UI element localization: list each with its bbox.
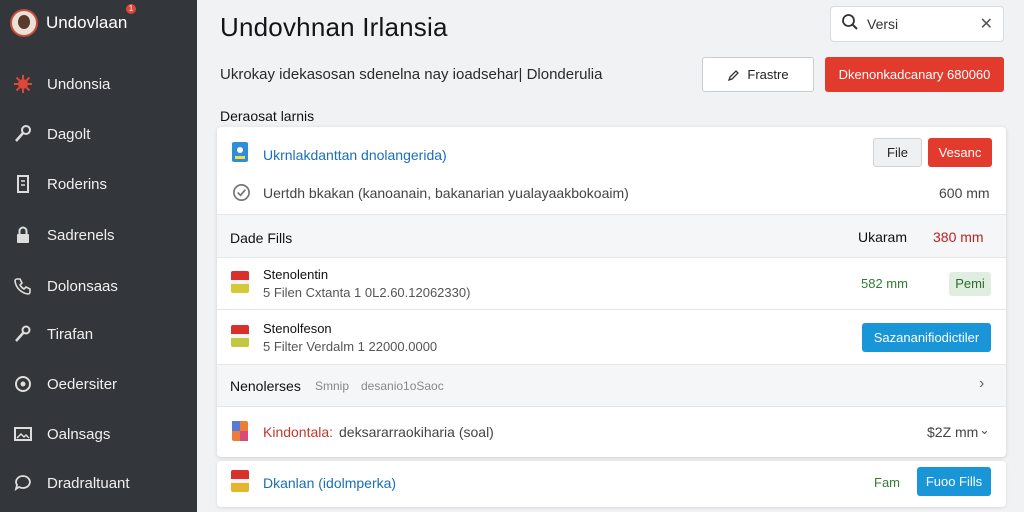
- row-meta: 5 Filen Cxtanta 1 0L2.60.12062330): [263, 285, 471, 300]
- sidebar-item-oalnsags[interactable]: Oalnsags: [0, 414, 197, 454]
- file-link[interactable]: Ukrnlakdanttan dnolangerida): [263, 147, 447, 163]
- file-size: 600 mm: [939, 185, 990, 201]
- file-panel: Ukrnlakdanttan dnolangerida) File Vesanc…: [217, 127, 1006, 457]
- file-button[interactable]: File: [873, 138, 922, 167]
- colored-file-icon: [231, 470, 249, 496]
- search-input[interactable]: [867, 16, 967, 32]
- table-header-row: Dade Fills Ukaram 380 mm: [217, 215, 1006, 258]
- sidebar-item-oedersiter[interactable]: Oedersiter: [0, 364, 197, 404]
- table-header-label: Dade Fills: [230, 230, 293, 246]
- chevron-right-icon[interactable]: ›: [979, 375, 984, 393]
- group-row[interactable]: Nenolerses Smnip desanio1oSaoc ›: [217, 365, 1006, 407]
- colored-file-icon: [231, 271, 249, 297]
- sidebar: Undovlaan 1 Undonsia Dagolt Roderins Sad…: [0, 0, 197, 512]
- table-row[interactable]: Stenolentin 5 Filen Cxtanta 1 0L2.60.120…: [217, 258, 1006, 310]
- colored-file-icon: [232, 421, 248, 441]
- sidebar-item-label: Dolonsaas: [47, 277, 118, 295]
- sidebar-item-dolonsaas[interactable]: Dolonsaas: [0, 266, 197, 306]
- status-badge: Pemi: [949, 272, 991, 296]
- wrench-icon: [12, 323, 34, 345]
- chevron-down-icon[interactable]: ⌄: [979, 422, 990, 438]
- sidebar-item-label: Sadrenels: [47, 226, 115, 244]
- sidebar-item-tirafan[interactable]: Tirafan: [0, 314, 197, 354]
- sidebar-item-label: Tirafan: [47, 325, 94, 343]
- check-circle-icon: [233, 184, 250, 201]
- row-description: deksararraokiharia (soal): [339, 424, 494, 440]
- row-name: Stenolfeson: [263, 321, 332, 336]
- sidebar-item-dagolt[interactable]: Dagolt: [0, 114, 197, 154]
- row-action-button[interactable]: Fuoo Fills: [917, 467, 991, 496]
- row-status: Fam: [874, 475, 900, 490]
- lock-icon: [12, 224, 34, 246]
- row-name: Stenolentin: [263, 267, 329, 282]
- file-summary-row: Ukrnlakdanttan dnolangerida) File Vesanc…: [217, 127, 1006, 215]
- group-label: Nenolerses: [230, 378, 301, 394]
- phone-icon: [12, 275, 34, 297]
- app-name: Undovlaan: [46, 13, 128, 32]
- group-muted-value: desanio1oSaoc: [361, 379, 444, 393]
- sidebar-item-dradraltuant[interactable]: Dradraltuant: [0, 463, 197, 503]
- virus-icon: [12, 73, 34, 95]
- search-icon: [841, 13, 859, 36]
- image-icon: [12, 423, 34, 445]
- document-icon: [12, 173, 34, 195]
- outline-action-label: Frastre: [747, 67, 789, 82]
- notification-badge: 1: [126, 4, 136, 14]
- row-meta: 5 Filter Verdalm 1 22000.0000: [263, 339, 438, 354]
- close-icon[interactable]: ✕: [980, 14, 993, 34]
- sidebar-item-label: Dradraltuant: [47, 474, 130, 492]
- sidebar-item-roderins[interactable]: Roderins: [0, 164, 197, 204]
- row-action-button[interactable]: Sazananifiodictiler: [862, 323, 991, 352]
- edit-icon: [728, 69, 740, 81]
- page-title: Undovhnan Irlansia: [220, 12, 448, 42]
- file-description: Uertdh bkakan (kanoanain, bakanarian yua…: [263, 185, 629, 201]
- sidebar-item-undonsia[interactable]: Undonsia: [0, 64, 197, 104]
- file-icon: [232, 142, 248, 162]
- sidebar-item-label: Oedersiter: [47, 375, 118, 393]
- sidebar-item-label: Undonsia: [47, 75, 111, 93]
- group-muted-label: Smnip: [315, 379, 350, 393]
- colored-file-icon: [231, 325, 249, 351]
- settings-icon: [12, 373, 34, 395]
- sidebar-item-sadrenels[interactable]: Sadrenels: [0, 215, 197, 255]
- delete-button[interactable]: Vesanc: [928, 138, 992, 167]
- table-row[interactable]: Dkanlan (idolmperka) Fam Fuoo Fills: [217, 461, 1006, 507]
- table-header-column: Ukaram: [858, 229, 908, 245]
- table-row[interactable]: Stenolfeson 5 Filter Verdalm 1 22000.000…: [217, 310, 1006, 365]
- table-header-value: 380 mm: [933, 229, 984, 245]
- avatar: [10, 9, 38, 37]
- search-box[interactable]: ✕: [830, 6, 1004, 42]
- page-subtitle: Ukrokay idekasosan sdenelna nay ioadseha…: [220, 66, 603, 83]
- section-title: Deraosat larnis: [220, 108, 315, 124]
- row-link[interactable]: Kindontala:: [263, 424, 333, 440]
- brand[interactable]: Undovlaan: [10, 8, 127, 38]
- sidebar-item-label: Dagolt: [47, 125, 91, 143]
- row-link[interactable]: Dkanlan (idolmperka): [263, 475, 396, 491]
- sidebar-item-label: Oalnsags: [47, 425, 111, 443]
- outline-action-button[interactable]: Frastre: [702, 57, 814, 92]
- chat-icon: [12, 472, 34, 494]
- primary-action-button[interactable]: Dkenonkadcanary 680060: [825, 57, 1004, 92]
- sidebar-item-label: Roderins: [47, 175, 108, 193]
- table-row[interactable]: Kindontala: deksararraokiharia (soal) $2…: [217, 407, 1006, 457]
- key-icon: [12, 123, 34, 145]
- row-size: $2Z mm: [927, 424, 979, 440]
- row-size: 582 mm: [861, 276, 908, 291]
